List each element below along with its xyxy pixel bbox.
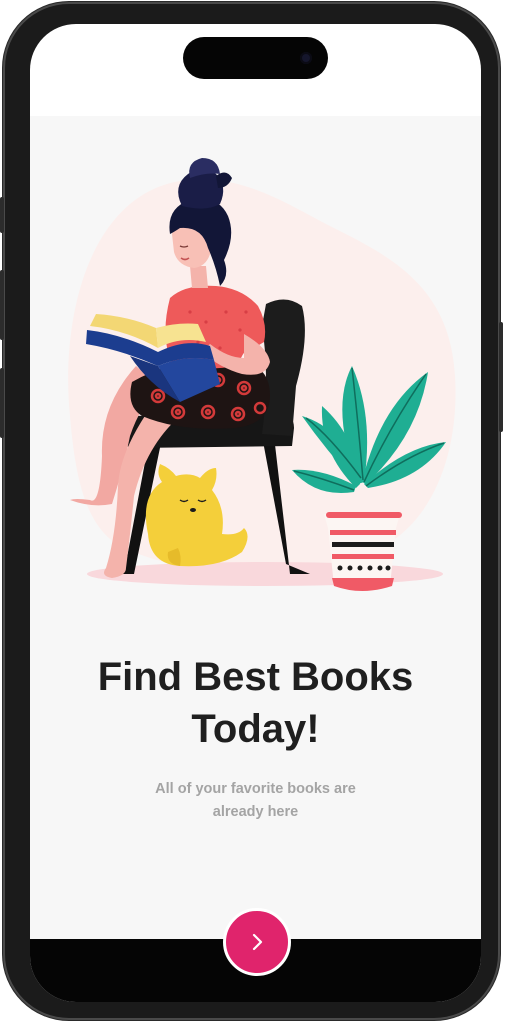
volume-down-button xyxy=(0,368,4,438)
camera-icon xyxy=(300,52,312,64)
onboarding-page: Find Best Books Today! All of your favor… xyxy=(30,116,481,939)
action-button xyxy=(0,197,4,233)
reading-woman-illustration xyxy=(68,158,456,591)
chevron-right-icon xyxy=(252,933,263,951)
phone-frame: Find Best Books Today! All of your favor… xyxy=(0,2,503,1020)
volume-up-button xyxy=(0,270,4,340)
power-button xyxy=(499,322,503,432)
onboarding-title: Find Best Books Today! xyxy=(97,655,414,751)
screen: Find Best Books Today! All of your favor… xyxy=(30,24,481,1002)
onboarding-subtitle: All of your favorite books are already h… xyxy=(155,781,356,820)
dynamic-island xyxy=(183,37,328,79)
next-button[interactable] xyxy=(223,908,291,976)
